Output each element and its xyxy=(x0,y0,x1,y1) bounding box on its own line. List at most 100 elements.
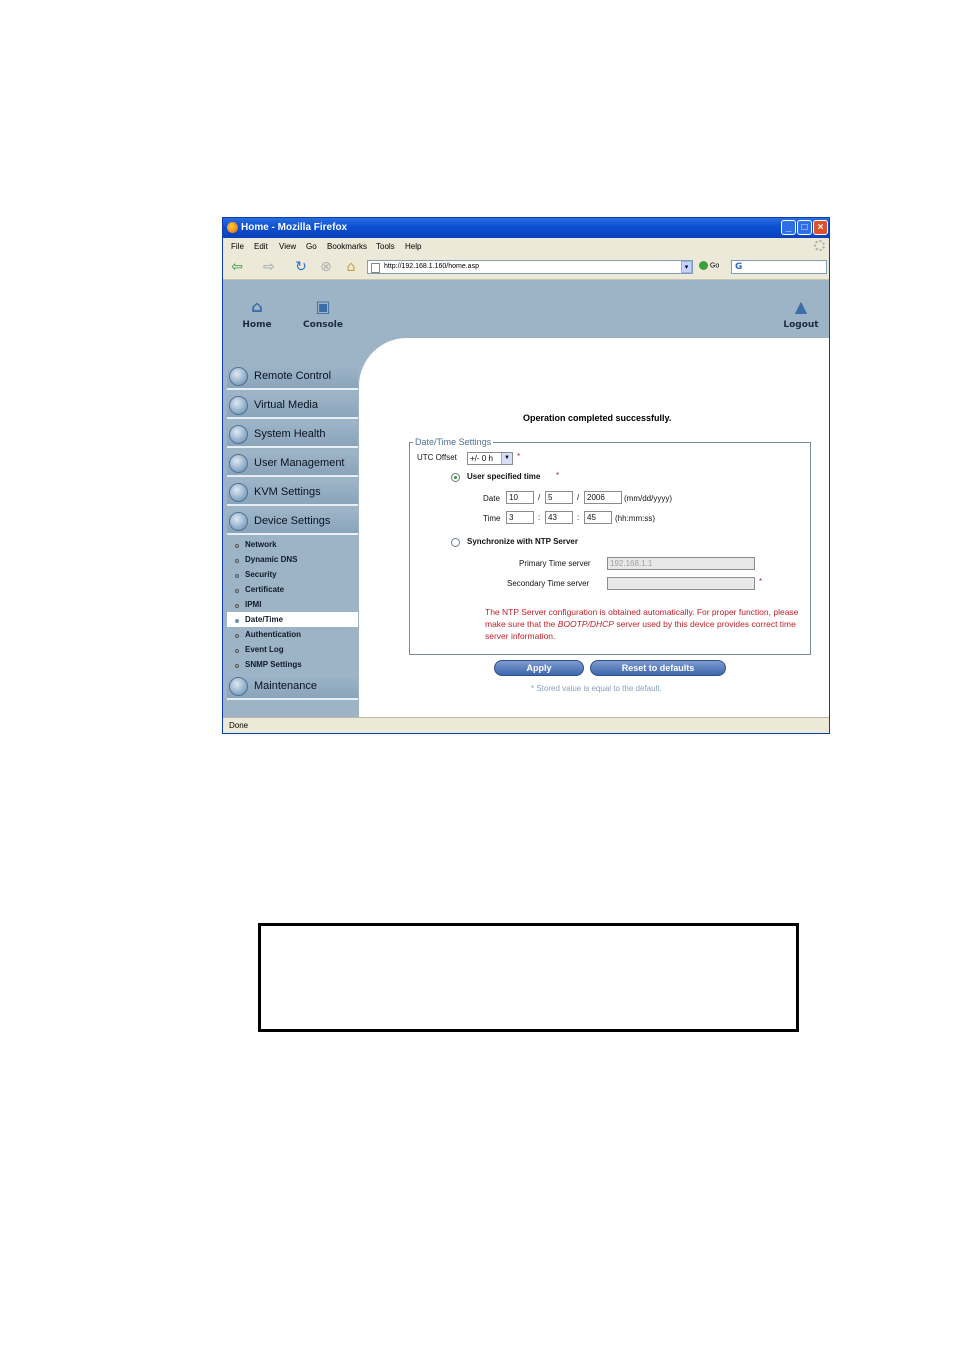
settings-legend: Date/Time Settings xyxy=(415,437,492,447)
subitem-snmp-settings[interactable]: SNMP Settings xyxy=(227,657,358,672)
go-label: Go xyxy=(709,262,720,270)
date-year-input[interactable]: 2006 xyxy=(584,491,622,504)
utc-offset-label: UTC Offset xyxy=(417,453,457,462)
menu-bookmarks[interactable]: Bookmarks xyxy=(327,242,367,251)
menu-edit[interactable]: Edit xyxy=(254,242,268,251)
menu-help[interactable]: Help xyxy=(405,242,421,251)
utc-asterisk: * xyxy=(517,452,521,461)
go-icon xyxy=(699,261,708,270)
menu-view[interactable]: View xyxy=(279,242,296,251)
console-link[interactable]: ▣ Console xyxy=(301,296,345,330)
time-hour-input[interactable]: 3 xyxy=(506,511,534,524)
sidebar-item-label: Maintenance xyxy=(254,680,317,692)
window-title: Home - Mozilla Firefox xyxy=(241,222,348,233)
throbber-icon xyxy=(814,240,825,251)
page-content: ⌂ Home ▣ Console ▲ Logout Remote Control… xyxy=(223,280,829,717)
search-input[interactable]: G xyxy=(731,260,827,274)
time-separator: : xyxy=(538,513,541,522)
home-link[interactable]: ⌂ Home xyxy=(237,296,277,330)
user-time-radio[interactable] xyxy=(451,473,460,482)
secondary-server-input[interactable] xyxy=(607,577,755,590)
bullet-icon xyxy=(235,604,239,608)
bullet-icon xyxy=(235,664,239,668)
subitem-label: Certificate xyxy=(245,585,285,594)
subitem-date-time[interactable]: Date/Time xyxy=(227,612,358,627)
console-label: Console xyxy=(303,320,343,330)
menu-bar: File Edit View Go Bookmarks Tools Help xyxy=(223,238,829,255)
url-dropdown-icon[interactable]: ▾ xyxy=(681,261,692,273)
secondary-server-label: Secondary Time server xyxy=(507,579,590,588)
subitem-label: Authentication xyxy=(245,630,301,639)
reset-to-defaults-button[interactable]: Reset to defaults xyxy=(590,660,726,676)
ntp-label: Synchronize with NTP Server xyxy=(467,537,578,546)
sidebar-item-maintenance[interactable]: Maintenance xyxy=(227,674,358,700)
sidebar-item-system-health[interactable]: System Health xyxy=(227,422,358,448)
apply-button[interactable]: Apply xyxy=(494,660,584,676)
title-bar: Home - Mozilla Firefox _ □ × xyxy=(223,218,829,238)
navigation-toolbar: ⇦ ⇨ ↻ ⊗ ⌂ http://192.168.1.160/home.asp … xyxy=(223,255,829,280)
subitem-certificate[interactable]: Certificate xyxy=(227,582,358,597)
time-minute-input[interactable]: 43 xyxy=(545,511,573,524)
subitem-label: Event Log xyxy=(245,645,284,654)
maximize-button[interactable]: □ xyxy=(797,220,812,235)
sidebar-item-label: Remote Control xyxy=(254,370,332,382)
page-icon xyxy=(371,263,380,273)
logout-label: Logout xyxy=(783,320,819,330)
remote-control-icon xyxy=(229,367,248,386)
subitem-label: Network xyxy=(245,540,277,549)
subitem-network[interactable]: Network xyxy=(227,537,358,552)
sidebar-item-label: Virtual Media xyxy=(254,399,318,411)
back-icon[interactable]: ⇦ xyxy=(229,259,245,275)
chevron-down-icon: ▼ xyxy=(501,453,512,464)
home-icon[interactable]: ⌂ xyxy=(343,259,359,275)
subitem-ipmi[interactable]: IPMI xyxy=(227,597,358,612)
ntp-radio[interactable] xyxy=(451,538,460,547)
forward-icon[interactable]: ⇨ xyxy=(261,259,277,275)
date-separator: / xyxy=(577,493,580,502)
sidebar-item-kvm-settings[interactable]: KVM Settings xyxy=(227,480,358,506)
menu-file[interactable]: File xyxy=(231,242,244,251)
subitem-dynamic-dns[interactable]: Dynamic DNS xyxy=(227,552,358,567)
time-label: Time xyxy=(483,514,501,523)
subitem-authentication[interactable]: Authentication xyxy=(227,627,358,642)
url-text: http://192.168.1.160/home.asp xyxy=(384,263,479,270)
sidebar-item-user-management[interactable]: User Management xyxy=(227,451,358,477)
close-button[interactable]: × xyxy=(813,220,828,235)
status-message: Operation completed successfully. xyxy=(523,413,672,423)
minimize-button[interactable]: _ xyxy=(781,220,796,235)
date-format-hint: (mm/dd/yyyy) xyxy=(624,494,672,503)
utc-offset-select[interactable]: +/- 0 h ▼ xyxy=(467,452,513,465)
home-label: Home xyxy=(242,320,272,330)
device-settings-icon xyxy=(229,512,248,531)
subitem-label: Security xyxy=(245,570,277,579)
bullet-icon xyxy=(235,544,239,548)
subitem-security[interactable]: Security xyxy=(227,567,358,582)
go-button[interactable]: Go xyxy=(699,261,719,270)
reload-icon[interactable]: ↻ xyxy=(293,259,309,275)
logout-link[interactable]: ▲ Logout xyxy=(779,296,823,330)
sidebar-item-virtual-media[interactable]: Virtual Media xyxy=(227,393,358,419)
user-time-asterisk: * xyxy=(556,471,560,480)
primary-server-input[interactable]: 192.168.1.1 xyxy=(607,557,755,570)
user-time-label: User specified time xyxy=(467,472,541,481)
date-month-input[interactable]: 10 xyxy=(506,491,534,504)
console-icon: ▣ xyxy=(315,297,331,316)
sidebar-item-device-settings[interactable]: Device Settings xyxy=(227,509,358,535)
bullet-icon xyxy=(235,634,239,638)
date-day-input[interactable]: 5 xyxy=(545,491,573,504)
maintenance-icon xyxy=(229,677,248,696)
menu-go[interactable]: Go xyxy=(306,242,317,251)
url-input[interactable]: http://192.168.1.160/home.asp xyxy=(367,260,693,274)
subitem-event-log[interactable]: Event Log xyxy=(227,642,358,657)
sidebar: Remote Control Virtual Media System Heal… xyxy=(223,364,359,717)
subitem-label: IPMI xyxy=(245,600,262,609)
time-second-input[interactable]: 45 xyxy=(584,511,612,524)
menu-tools[interactable]: Tools xyxy=(376,242,395,251)
stop-icon[interactable]: ⊗ xyxy=(318,259,334,275)
logout-icon: ▲ xyxy=(794,297,808,316)
note-text-italic: BOOTP/DHCP xyxy=(557,619,614,629)
sidebar-item-remote-control[interactable]: Remote Control xyxy=(227,364,358,390)
active-bullet-icon xyxy=(235,619,239,623)
bullet-icon xyxy=(235,574,239,578)
sidebar-item-label: KVM Settings xyxy=(254,486,321,498)
